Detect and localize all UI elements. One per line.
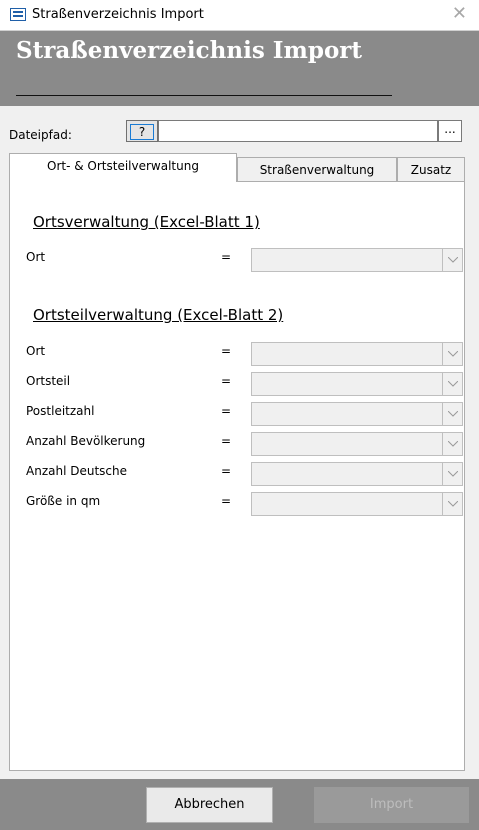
equals-sign: = bbox=[221, 464, 232, 478]
ort-combobox[interactable] bbox=[251, 248, 463, 272]
title-underline bbox=[16, 95, 392, 96]
import-button[interactable]: Import bbox=[314, 787, 469, 823]
equals-sign: = bbox=[221, 404, 232, 418]
form-title: Straßenverzeichnis Import bbox=[16, 37, 363, 64]
equals-sign: = bbox=[221, 494, 232, 508]
chevron-down-icon[interactable] bbox=[442, 433, 462, 455]
chevron-down-icon[interactable] bbox=[442, 343, 462, 365]
field-label-anzahl-bevoelkerung: Anzahl Bevölkerung bbox=[26, 434, 146, 448]
access-form-icon bbox=[10, 8, 26, 21]
chevron-down-icon[interactable] bbox=[442, 493, 462, 515]
chevron-down-icon[interactable] bbox=[442, 403, 462, 425]
ortsverwaltung-heading: Ortsverwaltung (Excel-Blatt 1) bbox=[33, 213, 260, 231]
equals-sign: = bbox=[221, 434, 232, 448]
equals-sign: = bbox=[221, 250, 232, 264]
import-dialog-window: Straßenverzeichnis Import ✕ Straßenverze… bbox=[0, 0, 479, 830]
tab-panel-ort-ortsteilverwaltung: Ortsverwaltung (Excel-Blatt 1) Ort = Ort… bbox=[9, 181, 465, 771]
anzahl-bevoelkerung-combobox[interactable] bbox=[251, 432, 463, 456]
form-header: Straßenverzeichnis Import bbox=[0, 31, 479, 106]
browse-button[interactable]: ... bbox=[438, 120, 462, 142]
field-label-postleitzahl: Postleitzahl bbox=[26, 404, 95, 418]
cancel-button[interactable]: Abbrechen bbox=[146, 787, 273, 823]
ortsteilverwaltung-heading: Ortsteilverwaltung (Excel-Blatt 2) bbox=[33, 306, 284, 324]
equals-sign: = bbox=[221, 374, 232, 388]
postleitzahl-combobox[interactable] bbox=[251, 402, 463, 426]
field-label-anzahl-deutsche: Anzahl Deutsche bbox=[26, 464, 127, 478]
anzahl-deutsche-combobox[interactable] bbox=[251, 462, 463, 486]
file-path-input[interactable] bbox=[158, 120, 438, 142]
tab-ort-ortsteilverwaltung[interactable]: Ort- & Ortsteilverwaltung bbox=[9, 153, 237, 182]
field-label-ort-2: Ort bbox=[26, 344, 46, 358]
ort-2-combobox[interactable] bbox=[251, 342, 463, 366]
form-footer: Abbrechen Import bbox=[0, 779, 479, 830]
file-path-label: Dateipfad: bbox=[9, 128, 72, 142]
help-button-label: ? bbox=[130, 124, 154, 140]
chevron-down-icon[interactable] bbox=[442, 249, 462, 271]
tab-zusatz[interactable]: Zusatz bbox=[397, 157, 465, 181]
tab-strip: Ort- & Ortsteilverwaltung Straßenverwalt… bbox=[9, 153, 465, 182]
ortsteil-combobox[interactable] bbox=[251, 372, 463, 396]
title-bar: Straßenverzeichnis Import ✕ bbox=[0, 0, 479, 31]
close-icon[interactable]: ✕ bbox=[452, 3, 467, 24]
field-label-groesse-qm: Größe in qm bbox=[26, 494, 101, 508]
window-title: Straßenverzeichnis Import bbox=[32, 7, 204, 22]
help-button[interactable]: ? bbox=[126, 120, 158, 142]
chevron-down-icon[interactable] bbox=[442, 373, 462, 395]
form-detail: Dateipfad: ? ... Ort- & Ortsteilverwaltu… bbox=[0, 106, 479, 779]
groesse-qm-combobox[interactable] bbox=[251, 492, 463, 516]
equals-sign: = bbox=[221, 344, 232, 358]
chevron-down-icon[interactable] bbox=[442, 463, 462, 485]
field-label-ort: Ort bbox=[26, 250, 46, 264]
tab-strassenverwaltung[interactable]: Straßenverwaltung bbox=[237, 157, 397, 181]
field-label-ortsteil: Ortsteil bbox=[26, 374, 71, 388]
